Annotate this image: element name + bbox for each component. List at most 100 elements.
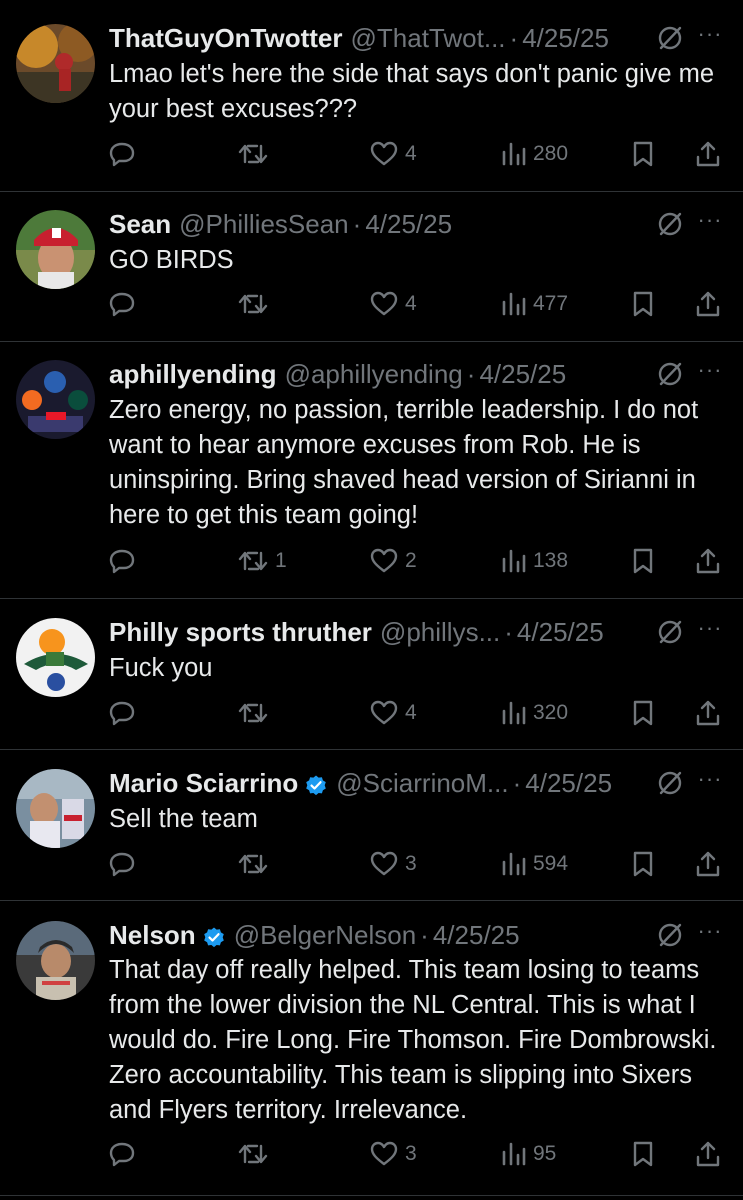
tweet-date[interactable]: 4/25/25 bbox=[479, 356, 566, 392]
bookmark-button[interactable] bbox=[630, 1136, 656, 1172]
views-bar-chart-icon bbox=[499, 546, 527, 576]
tweet-text: GO BIRDS bbox=[109, 246, 234, 274]
share-icon bbox=[694, 698, 722, 728]
author-handle[interactable]: @ThatTwot... bbox=[351, 20, 506, 56]
retweet-button[interactable] bbox=[237, 136, 275, 172]
author-name[interactable]: aphillyending bbox=[109, 356, 277, 392]
heart-icon bbox=[369, 698, 399, 728]
views-bar-chart-icon bbox=[499, 1139, 527, 1169]
avatar[interactable] bbox=[16, 769, 95, 848]
share-button[interactable] bbox=[694, 695, 722, 731]
author-name[interactable]: Nelson bbox=[109, 917, 196, 953]
retweet-button[interactable]: 1 bbox=[237, 543, 287, 579]
reply-button[interactable] bbox=[107, 543, 143, 579]
bookmark-icon bbox=[630, 546, 656, 576]
more-icon[interactable]: ··· bbox=[695, 768, 725, 795]
like-button[interactable]: 4 bbox=[369, 136, 417, 172]
author-name[interactable]: Sean bbox=[109, 206, 171, 242]
tweet[interactable]: Mario Sciarrino @SciarrinoM... · 4/25/25… bbox=[0, 750, 743, 901]
author-handle[interactable]: @aphillyending bbox=[285, 356, 463, 392]
reply-icon bbox=[107, 698, 137, 728]
tweet[interactable]: aphillyending @aphillyending · 4/25/25 ·… bbox=[0, 342, 743, 599]
grok-icon[interactable] bbox=[657, 770, 683, 796]
share-button[interactable] bbox=[694, 136, 722, 172]
avatar[interactable] bbox=[16, 210, 95, 289]
author-name[interactable]: Philly sports thruther bbox=[109, 614, 372, 650]
more-icon[interactable]: ··· bbox=[695, 359, 725, 386]
heart-icon bbox=[369, 289, 399, 319]
reply-button[interactable] bbox=[107, 1136, 143, 1172]
share-icon bbox=[694, 849, 722, 879]
views-button[interactable]: 477 bbox=[499, 286, 568, 322]
views-button[interactable]: 138 bbox=[499, 543, 568, 579]
share-button[interactable] bbox=[694, 286, 722, 322]
share-button[interactable] bbox=[694, 1136, 722, 1172]
author-handle[interactable]: @SciarrinoM... bbox=[336, 765, 508, 801]
tweet-date[interactable]: 4/25/25 bbox=[522, 20, 609, 56]
more-icon[interactable]: ··· bbox=[695, 23, 725, 50]
more-icon[interactable]: ··· bbox=[695, 920, 725, 947]
bookmark-button[interactable] bbox=[630, 286, 656, 322]
bookmark-button[interactable] bbox=[630, 846, 656, 882]
retweet-button[interactable] bbox=[237, 846, 275, 882]
avatar[interactable] bbox=[16, 24, 95, 103]
tweet[interactable]: Nelson @BelgerNelson · 4/25/25 ··· That … bbox=[0, 901, 743, 1196]
avatar[interactable] bbox=[16, 360, 95, 439]
views-count: 280 bbox=[533, 142, 569, 165]
share-button[interactable] bbox=[694, 846, 722, 882]
reply-button[interactable] bbox=[107, 846, 143, 882]
like-button[interactable]: 4 bbox=[369, 695, 417, 731]
bookmark-icon bbox=[630, 289, 656, 319]
views-button[interactable]: 594 bbox=[499, 846, 568, 882]
like-button[interactable]: 4 bbox=[369, 286, 417, 322]
tweet[interactable]: Sean @PhilliesSean · 4/25/25 ··· GO BIRD… bbox=[0, 192, 743, 342]
avatar[interactable] bbox=[16, 618, 95, 697]
views-count: 477 bbox=[533, 292, 569, 315]
like-count: 3 bbox=[405, 852, 417, 875]
reply-button[interactable] bbox=[107, 136, 143, 172]
retweet-button[interactable] bbox=[237, 286, 275, 322]
tweet-date[interactable]: 4/25/25 bbox=[517, 614, 604, 650]
tweet-text: Zero energy, no passion, terrible leader… bbox=[109, 396, 699, 529]
views-count: 594 bbox=[533, 852, 569, 875]
like-button[interactable]: 2 bbox=[369, 543, 417, 579]
reply-button[interactable] bbox=[107, 286, 143, 322]
like-button[interactable]: 3 bbox=[369, 846, 417, 882]
heart-icon bbox=[369, 1139, 399, 1169]
share-button[interactable] bbox=[694, 543, 722, 579]
bookmark-icon bbox=[630, 698, 656, 728]
share-icon bbox=[694, 289, 722, 319]
bookmark-button[interactable] bbox=[630, 543, 656, 579]
reply-button[interactable] bbox=[107, 695, 143, 731]
tweet-date[interactable]: 4/25/25 bbox=[365, 206, 452, 242]
heart-icon bbox=[369, 546, 399, 576]
tweet[interactable]: Philly sports thruther @phillys... · 4/2… bbox=[0, 599, 743, 750]
grok-icon[interactable] bbox=[657, 619, 683, 645]
heart-icon bbox=[369, 849, 399, 879]
author-handle[interactable]: @BelgerNelson bbox=[234, 917, 416, 953]
views-button[interactable]: 280 bbox=[499, 136, 568, 172]
retweet-button[interactable] bbox=[237, 695, 275, 731]
bookmark-button[interactable] bbox=[630, 695, 656, 731]
author-handle[interactable]: @PhilliesSean bbox=[179, 206, 348, 242]
grok-icon[interactable] bbox=[657, 922, 683, 948]
tweet-date[interactable]: 4/25/25 bbox=[433, 917, 520, 953]
more-icon[interactable]: ··· bbox=[695, 617, 725, 644]
grok-icon[interactable] bbox=[657, 25, 683, 51]
like-button[interactable]: 3 bbox=[369, 1136, 417, 1172]
grok-icon[interactable] bbox=[657, 211, 683, 237]
avatar[interactable] bbox=[16, 921, 95, 1000]
tweet-text: That day off really helped. This team lo… bbox=[109, 956, 717, 1124]
views-button[interactable]: 95 bbox=[499, 1136, 556, 1172]
retweet-icon bbox=[237, 1139, 269, 1169]
tweet-date[interactable]: 4/25/25 bbox=[525, 765, 612, 801]
author-name[interactable]: Mario Sciarrino bbox=[109, 765, 298, 801]
author-name[interactable]: ThatGuyOnTwotter bbox=[109, 20, 343, 56]
tweet[interactable]: ThatGuyOnTwotter @ThatTwot... · 4/25/25 … bbox=[0, 0, 743, 192]
retweet-button[interactable] bbox=[237, 1136, 275, 1172]
bookmark-button[interactable] bbox=[630, 136, 656, 172]
more-icon[interactable]: ··· bbox=[695, 209, 725, 236]
views-button[interactable]: 320 bbox=[499, 695, 568, 731]
author-handle[interactable]: @phillys... bbox=[380, 614, 500, 650]
grok-icon[interactable] bbox=[657, 361, 683, 387]
